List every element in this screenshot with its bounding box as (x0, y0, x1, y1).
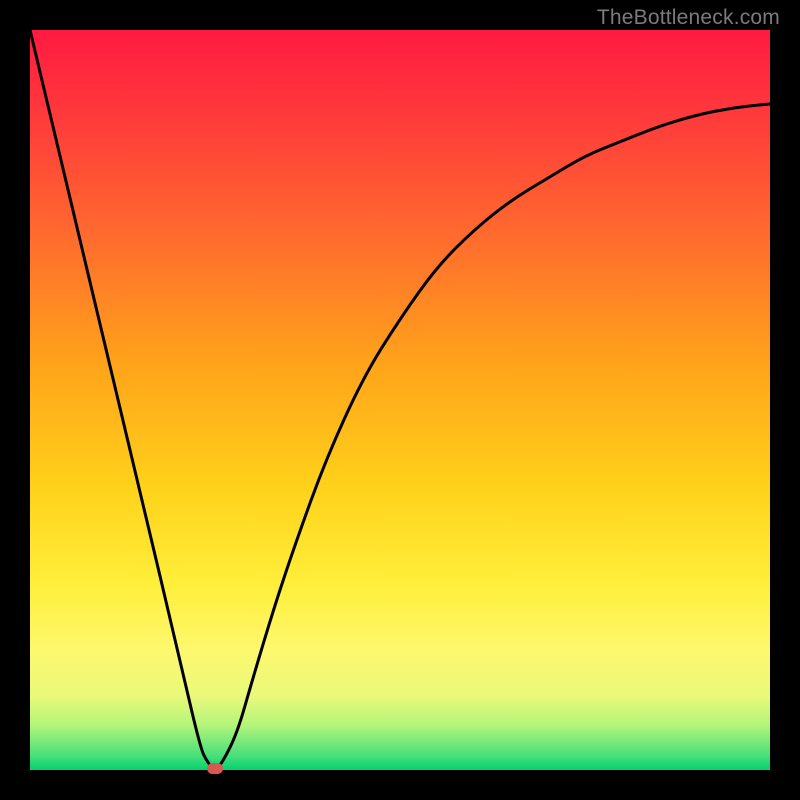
minimum-marker (207, 763, 223, 774)
curve-layer (30, 30, 770, 770)
chart-stage: TheBottleneck.com (0, 0, 800, 800)
attribution-text: TheBottleneck.com (597, 6, 780, 30)
bottleneck-curve (30, 30, 770, 768)
